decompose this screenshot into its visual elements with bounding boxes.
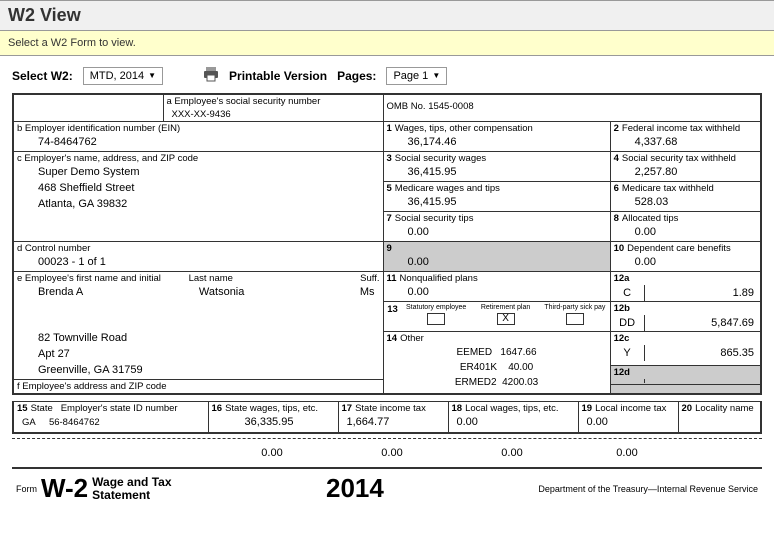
controls-row: Select W2: MTD, 2014 ▼ Printable Version… — [0, 56, 774, 93]
box11-label: Nonqualified plans — [400, 273, 478, 284]
box12d-code — [611, 379, 645, 383]
instruction-bar: Select a W2 Form to view. — [0, 31, 774, 56]
chevron-down-icon: ▼ — [432, 71, 440, 80]
box-f-label: f Employee's address and ZIP code — [14, 379, 383, 393]
box-e-label: e Employee's first name and initial — [17, 273, 189, 284]
box10-label: Dependent care benefits — [627, 243, 731, 254]
box4-label: Social security tax withheld — [622, 153, 736, 164]
printable-version-link[interactable]: Printable Version — [229, 69, 327, 83]
box-d-value: 00023 - 1 of 1 — [14, 255, 383, 271]
box12c-value: 865.35 — [645, 345, 760, 361]
box3-value: 36,415.95 — [384, 165, 610, 181]
box4-value: 2,257.80 — [611, 165, 760, 181]
box17-value2: 0.00 — [337, 443, 447, 463]
box-a-label: a Employee's social security number — [164, 95, 383, 108]
addr-line3: Greenville, GA 31759 — [14, 363, 383, 379]
last-name: Watsonia — [199, 286, 360, 298]
box8-value: 0.00 — [611, 225, 760, 241]
box2-label: Federal income tax withheld — [622, 123, 740, 134]
box1-label: Wages, tips, other compensation — [395, 123, 533, 134]
sickpay-checkbox — [566, 313, 584, 325]
box16-value: 36,335.95 — [209, 415, 338, 431]
state-local-row2: 0.00 0.00 0.00 0.00 — [12, 443, 762, 463]
box6-label: Medicare tax withheld — [622, 183, 714, 194]
employer-line1: Super Demo System — [14, 165, 383, 181]
desc1: Wage and Tax — [92, 476, 171, 489]
tax-year: 2014 — [326, 473, 384, 504]
box3-label: Social security wages — [395, 153, 486, 164]
addr-line2: Apt 27 — [14, 347, 383, 363]
box12d-value — [645, 379, 760, 383]
box6-value: 528.03 — [611, 195, 760, 211]
first-name: Brenda A — [38, 286, 199, 298]
suffix: Ms — [360, 286, 375, 298]
box-c-label: c Employer's name, address, and ZIP code — [14, 152, 383, 165]
box14-r1: EEMED 1647.66 — [384, 345, 610, 360]
select-w2-dropdown[interactable]: MTD, 2014 ▼ — [83, 67, 163, 85]
employer-line2: 468 Sheffield Street — [14, 181, 383, 197]
box14-r2: ER401K 40.00 — [384, 360, 610, 375]
w2-form: a Employee's social security number XXX-… — [12, 93, 762, 395]
box-b-label: b Employer identification number (EIN) — [14, 122, 383, 135]
form-footer: Form W-2 Wage and Tax Statement 2014 Dep… — [16, 473, 758, 504]
box5-value: 36,415.95 — [384, 195, 610, 211]
addr-line1: 82 Townville Road — [14, 331, 383, 347]
box-b-value: 74-8464762 — [14, 135, 383, 151]
select-w2-value: MTD, 2014 — [90, 70, 144, 82]
form-label: Form — [16, 484, 37, 494]
dashed-divider — [12, 438, 762, 439]
box18-value2: 0.00 — [447, 443, 577, 463]
employer-line3: Atlanta, GA 39832 — [14, 197, 383, 213]
box14-label: Other — [400, 333, 424, 344]
box-d-label: d Control number — [14, 242, 383, 255]
suff-label: Suff. — [360, 273, 379, 284]
box12a-value: 1.89 — [645, 285, 760, 301]
select-w2-label: Select W2: — [12, 69, 73, 83]
state-local-table: 15State Employer's state ID number GA 56… — [12, 401, 762, 434]
page-title: W2 View — [8, 5, 766, 26]
box19-value2: 0.00 — [577, 443, 677, 463]
box16-value2: 0.00 — [207, 443, 337, 463]
state-eid: 56-8464762 — [49, 417, 100, 428]
box9-value: 0.00 — [384, 255, 610, 271]
box12c-code: Y — [611, 345, 645, 361]
box11-value: 0.00 — [384, 285, 610, 301]
state-code: GA — [22, 417, 36, 428]
form-w2: W-2 — [41, 473, 88, 504]
box19-value: 0.00 — [579, 415, 678, 431]
box10-value: 0.00 — [611, 255, 760, 271]
box-a-value: XXX-XX-9436 — [164, 108, 383, 121]
omb-number: OMB No. 1545-0008 — [384, 95, 761, 113]
box12b-value: 5,847.69 — [645, 315, 760, 331]
last-name-label: Last name — [189, 273, 361, 284]
retirement-checkbox: X — [497, 313, 515, 325]
box7-value: 0.00 — [384, 225, 610, 241]
box17-value: 1,664.77 — [339, 415, 448, 431]
printer-icon[interactable] — [203, 66, 219, 85]
desc2: Statement — [92, 489, 171, 502]
instruction-text: Select a W2 Form to view. — [8, 37, 136, 49]
pages-label: Pages: — [337, 69, 376, 83]
box18-value: 0.00 — [449, 415, 578, 431]
box7-label: Social security tips — [395, 213, 474, 224]
box12a-code: C — [611, 285, 645, 301]
box13-num: 13 — [386, 304, 400, 327]
box14-r3: ERMED2 4200.03 — [384, 375, 610, 390]
box5-label: Medicare wages and tips — [395, 183, 500, 194]
chevron-down-icon: ▼ — [148, 71, 156, 80]
page-dropdown[interactable]: Page 1 ▼ — [386, 67, 447, 85]
box1-value: 36,174.46 — [384, 135, 610, 151]
page-header: W2 View — [0, 0, 774, 31]
page-value: Page 1 — [393, 70, 428, 82]
statutory-checkbox — [427, 313, 445, 325]
box2-value: 4,337.68 — [611, 135, 760, 151]
irs-text: Department of the Treasury—Internal Reve… — [538, 484, 758, 494]
box8-label: Allocated tips — [622, 213, 679, 224]
box12b-code: DD — [611, 315, 645, 331]
